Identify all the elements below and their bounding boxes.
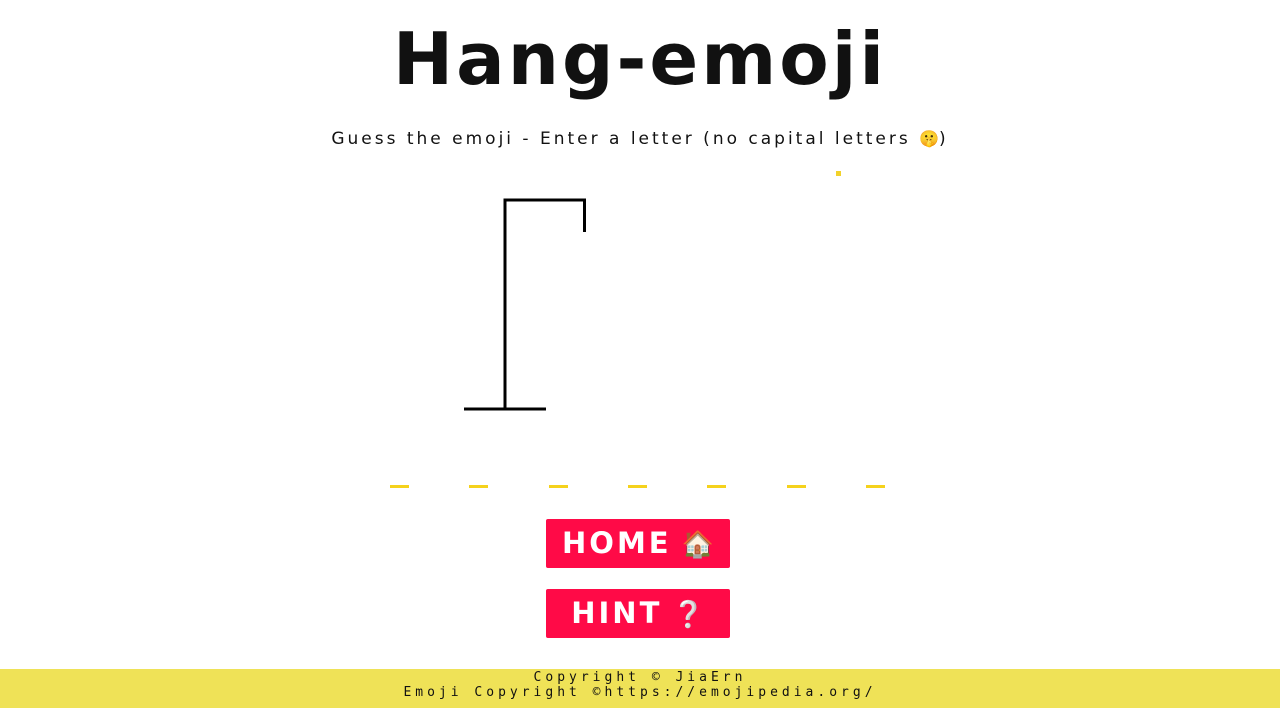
instruction-close: ) xyxy=(939,129,949,149)
home-button[interactable]: HOME 🏠 xyxy=(546,519,730,568)
instruction-label: Guess the emoji - Enter a letter (no cap… xyxy=(331,129,920,149)
home-button-label: HOME xyxy=(562,526,672,560)
page-title: Hang-emoji xyxy=(392,17,888,101)
footer: Copyright © JiaErn Emoji Copyright ©http… xyxy=(0,669,1280,708)
letter-slot xyxy=(469,485,488,488)
letter-slot xyxy=(628,485,647,488)
house-icon: 🏠 xyxy=(681,530,714,560)
footer-copyright: Copyright © JiaErn xyxy=(533,670,747,685)
gallows-drawing xyxy=(464,198,586,411)
footer-emoji-copyright: Emoji Copyright ©https://emojipedia.org/ xyxy=(403,685,877,700)
hint-button-label: HINT xyxy=(571,596,663,630)
question-mark-icon: ❔ xyxy=(672,600,705,630)
letter-slot xyxy=(549,485,568,488)
letter-slot xyxy=(787,485,806,488)
letter-slot xyxy=(866,485,885,488)
hint-button[interactable]: HINT ❔ xyxy=(546,589,730,638)
instruction-text: Guess the emoji - Enter a letter (no cap… xyxy=(0,128,1280,150)
letter-slots xyxy=(390,485,890,491)
letter-slot xyxy=(390,485,409,488)
letter-input-cursor[interactable] xyxy=(836,171,841,176)
letter-slot xyxy=(707,485,726,488)
shushing-face-emoji-icon: 🤫 xyxy=(919,129,940,148)
